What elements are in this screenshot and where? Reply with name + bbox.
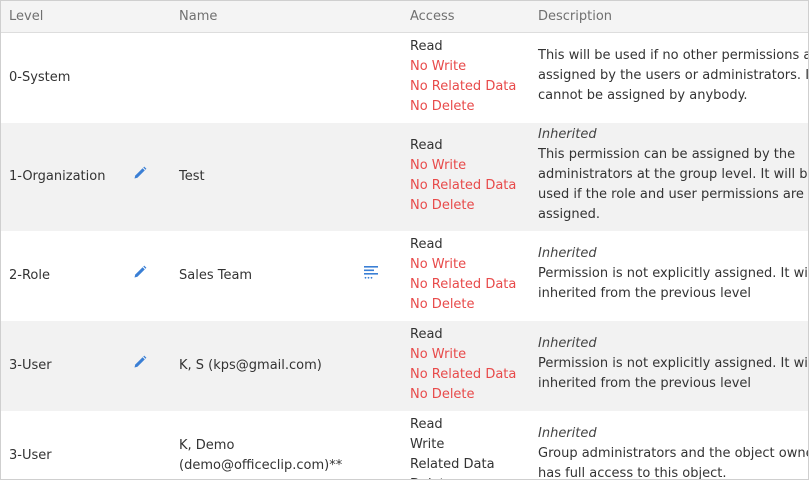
access-permission: No Write [410,256,467,272]
header-access: Access [402,1,530,33]
row-level: 3-User [9,357,52,373]
access-permission: Read [410,236,443,252]
row-name [171,32,354,123]
table-row: 3-User K, Demo (demo@officeclip.com)** Rea… [1,410,809,480]
access-permission: No Delete [410,296,475,312]
header-level: Level [1,1,123,33]
row-description: Inherited Permission is not explicitly as… [530,321,809,411]
row-description: Inherited Group administrators and the ob… [530,411,809,480]
row-access: Read No Write No Related Data No Delete [402,321,530,411]
access-permission: Read [410,326,443,342]
pencil-icon[interactable] [133,265,147,286]
table-body: 0-System Read No Write No Related Data No De… [1,32,809,480]
table-row: 2-Role Sales Team Read No Write No Related D… [1,230,809,321]
table-row: 1-Organization Test Read No Write No Related… [1,122,809,231]
table-row: 0-System Read No Write No Related Data No De… [1,32,809,123]
access-permission: No Related Data [410,366,517,382]
description-text: This will be used if no other permission… [538,47,809,103]
permissions-panel: Level Name Access Description 0-System Re… [0,0,809,480]
inherited-label: Inherited [538,126,597,142]
pencil-icon[interactable] [133,166,147,187]
row-level: 1-Organization [9,168,106,184]
header-description: Description [530,1,808,33]
row-edit-cell [123,123,171,231]
row-name: K, S (kps@gmail.com) [179,357,322,373]
row-access: Read No Write No Related Data No Delete [402,231,530,321]
row-level: 2-Role [9,267,50,283]
access-permission: No Write [410,58,467,74]
access-permission: No Related Data [410,276,517,292]
header-detail-spacer [354,1,402,33]
row-edit-cell [123,32,171,123]
row-detail-cell [354,321,402,411]
description-text: Group administrators and the object owne… [538,445,809,480]
row-detail-cell [354,32,402,123]
access-permission: Delete [410,475,530,480]
row-name: K, Demo (demo@officeclip.com)** [179,437,343,473]
row-description: This will be used if no other permission… [530,32,809,123]
row-access: Read No Write No Related Data No Delete [402,32,530,123]
row-description: Inherited This permission can be assigned… [530,123,809,231]
description-text: This permission can be assigned by the a… [538,146,809,222]
access-permission: Related Data [410,456,495,472]
description-text: Permission is not explicitly assigned. I… [538,355,809,391]
pencil-icon[interactable] [133,355,147,376]
description-text: Permission is not explicitly assigned. I… [538,265,809,301]
row-detail-cell [354,123,402,231]
table-header-row: Level Name Access Description [1,1,808,33]
access-permission: No Related Data [410,177,517,193]
access-permission: No Delete [410,386,475,402]
row-detail-cell [354,411,402,480]
row-name: Sales Team [179,267,253,283]
inherited-label: Inherited [538,425,597,441]
access-permission: Read [410,416,443,432]
table-row: 3-User K, S (kps@gmail.com) Read No Write No… [1,320,809,411]
inherited-label: Inherited [538,245,597,261]
access-permission: No Write [410,157,467,173]
header-name: Name [171,1,354,33]
detail-list-icon[interactable] [363,264,379,287]
row-description: Inherited Permission is not explicitly as… [530,231,809,321]
access-permission: No Write [410,346,467,362]
row-name: Test [179,168,205,184]
row-access: Read No Write No Related Data No Delete [402,123,530,231]
access-permission: No Delete [410,98,475,114]
header-edit-spacer [123,1,171,33]
row-edit-cell [123,321,171,411]
access-permission: Read [410,38,443,54]
permissions-table: Level Name Access Description 0-System Re… [1,1,809,480]
access-permission: Write [410,436,445,452]
access-permission: Read [410,137,443,153]
row-edit-cell [123,231,171,321]
row-edit-cell [123,411,171,480]
row-level: 3-User [9,447,52,463]
row-level: 0-System [9,69,71,85]
access-permission: No Related Data [410,78,517,94]
row-access: Read Write Related Data Delete [402,411,530,480]
inherited-label: Inherited [538,335,597,351]
access-permission: No Delete [410,197,475,213]
row-detail-cell [354,231,402,321]
